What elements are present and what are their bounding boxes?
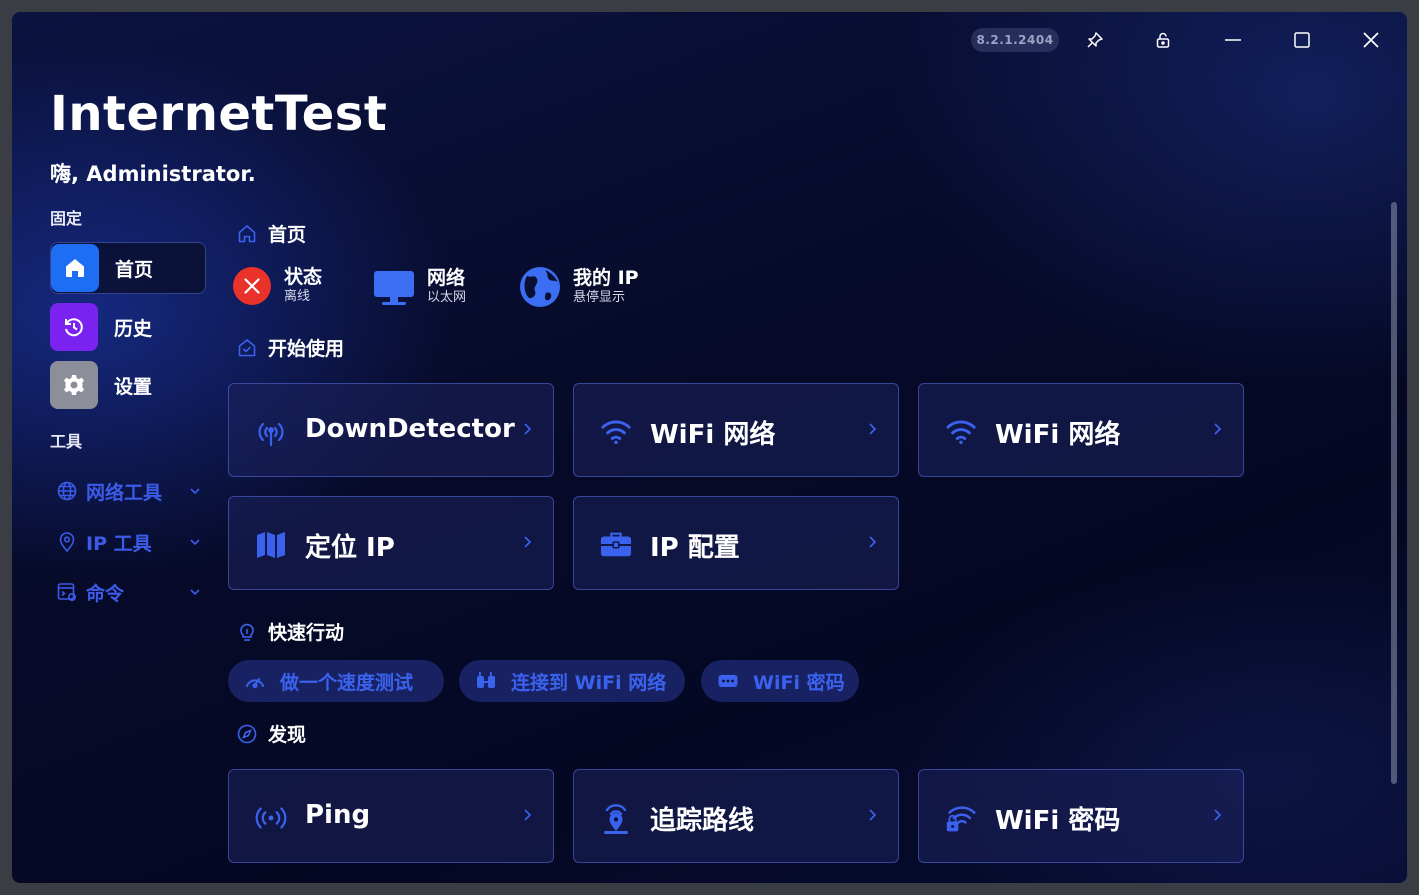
sidebar-item-history[interactable]: 历史 [50,302,204,352]
chevron-right-icon [1214,423,1222,435]
quick-action-wifi-password[interactable]: WiFi 密码 [701,660,859,702]
quick-action-speed-test[interactable]: 做一个速度测试 [228,660,444,702]
get-started-header: 开始使用 [236,334,344,361]
quick-action-label: WiFi 密码 [753,671,845,694]
quick-action-label: 做一个速度测试 [280,671,414,694]
maximize-icon [1294,32,1310,48]
card-label: DownDetector [305,414,515,444]
greeting: 嗨, Administrator. [50,162,256,186]
card-label: 追踪路线 [650,806,755,836]
lightbulb-icon [240,623,254,641]
connect-icon [477,672,495,688]
discover-header: 发现 [236,720,306,747]
gear-icon [50,361,98,409]
app-window: 8.2.1.2404 InternetTest 嗨, Administrator… [12,12,1407,883]
pin-button[interactable] [1075,24,1115,56]
sidebar-tool-label: 命令 [86,582,125,605]
status-subtitle: 以太网 [427,290,467,305]
status-title: 网络 [427,267,466,289]
maximize-button[interactable] [1282,24,1322,56]
version-badge: 8.2.1.2404 [971,28,1059,52]
sidebar-tool-label: 网络工具 [86,481,163,504]
card-label: WiFi 网络 [995,420,1121,450]
password-icon [718,675,738,687]
status-connection: 状态 离线 [232,266,322,306]
chevron-right-icon [524,423,532,435]
earth-icon [520,267,560,307]
card-wifi-password[interactable]: WiFi 密码 [918,769,1244,863]
status-subtitle: 悬停显示 [573,290,626,305]
chevron-right-icon [869,536,877,548]
map-icon [255,529,287,561]
monitor-icon [374,271,414,305]
chevron-right-icon [869,423,877,435]
toolbox-icon [600,529,632,561]
lock-button[interactable] [1143,24,1183,56]
close-icon [1363,32,1379,48]
quick-actions-header: 快速行动 [236,618,344,645]
sidebar-item-settings[interactable]: 设置 [50,360,204,410]
quick-action-label: 连接到 WiFi 网络 [511,671,667,694]
pinned-header: 固定 [50,209,83,228]
location-pin-icon [59,532,75,553]
card-label: 定位 IP [305,533,395,563]
offline-x-icon [233,267,271,305]
app-title: InternetTest [50,86,388,142]
close-button[interactable] [1351,24,1391,56]
signal-tower-icon [255,416,287,448]
speedometer-icon [246,678,264,689]
card-label: IP 配置 [650,533,740,563]
status-title: 我的 IP [573,267,639,289]
broadcast-icon [255,802,287,834]
chevron-right-icon [869,809,877,821]
card-wifi-networks[interactable]: WiFi 网络 [573,383,899,477]
chevron-down-icon [190,539,200,546]
home-icon [51,244,99,292]
status-title: 状态 [284,266,323,288]
vertical-scrollbar[interactable] [1391,202,1397,784]
card-locate-ip[interactable]: 定位 IP [228,496,554,590]
get-started-icon [238,338,256,356]
chevron-right-icon [524,809,532,821]
card-ip-config[interactable]: IP 配置 [573,496,899,590]
minimize-icon [1225,39,1241,41]
status-subtitle: 离线 [284,289,311,304]
card-wifi-networks-2[interactable]: WiFi 网络 [918,383,1244,477]
sidebar-tool-network[interactable]: 网络工具 [56,476,206,506]
route-icon [600,802,632,834]
status-network: 网络 以太网 [373,266,466,308]
sidebar-item-home[interactable]: 首页 [50,242,206,294]
home-section-header: 首页 [236,220,306,247]
sidebar-tool-commands[interactable]: 命令 [56,577,206,607]
history-icon [50,303,98,351]
compass-icon [237,724,257,743]
quick-action-connect-wifi[interactable]: 连接到 WiFi 网络 [459,660,685,702]
sidebar-item-label: 历史 [114,317,153,340]
card-label: Ping [305,800,371,830]
card-trace-route[interactable]: 追踪路线 [573,769,899,863]
pin-icon [1087,32,1103,48]
chevron-down-icon [190,488,200,495]
terminal-icon [57,583,77,602]
card-label: WiFi 网络 [650,420,776,450]
card-ping[interactable]: Ping [228,769,554,863]
chevron-right-icon [524,536,532,548]
wifi-icon [945,416,977,448]
sidebar-item-label: 设置 [114,375,153,398]
unlock-icon [1156,32,1170,48]
tools-header: 工具 [50,432,83,451]
globe-icon [57,481,77,501]
sidebar-item-label: 首页 [115,258,154,281]
status-my-ip[interactable]: 我的 IP 悬停显示 [519,266,639,308]
sidebar-tool-ip[interactable]: IP 工具 [56,527,206,557]
chevron-down-icon [190,589,200,596]
sidebar-tool-label: IP 工具 [86,532,152,555]
chevron-right-icon [1214,809,1222,821]
home-outline-icon [238,224,256,242]
card-downdetector[interactable]: DownDetector [228,383,554,477]
wifi-lock-icon [945,802,977,834]
minimize-button[interactable] [1213,24,1253,56]
wifi-icon [600,416,632,448]
card-label: WiFi 密码 [995,806,1121,836]
